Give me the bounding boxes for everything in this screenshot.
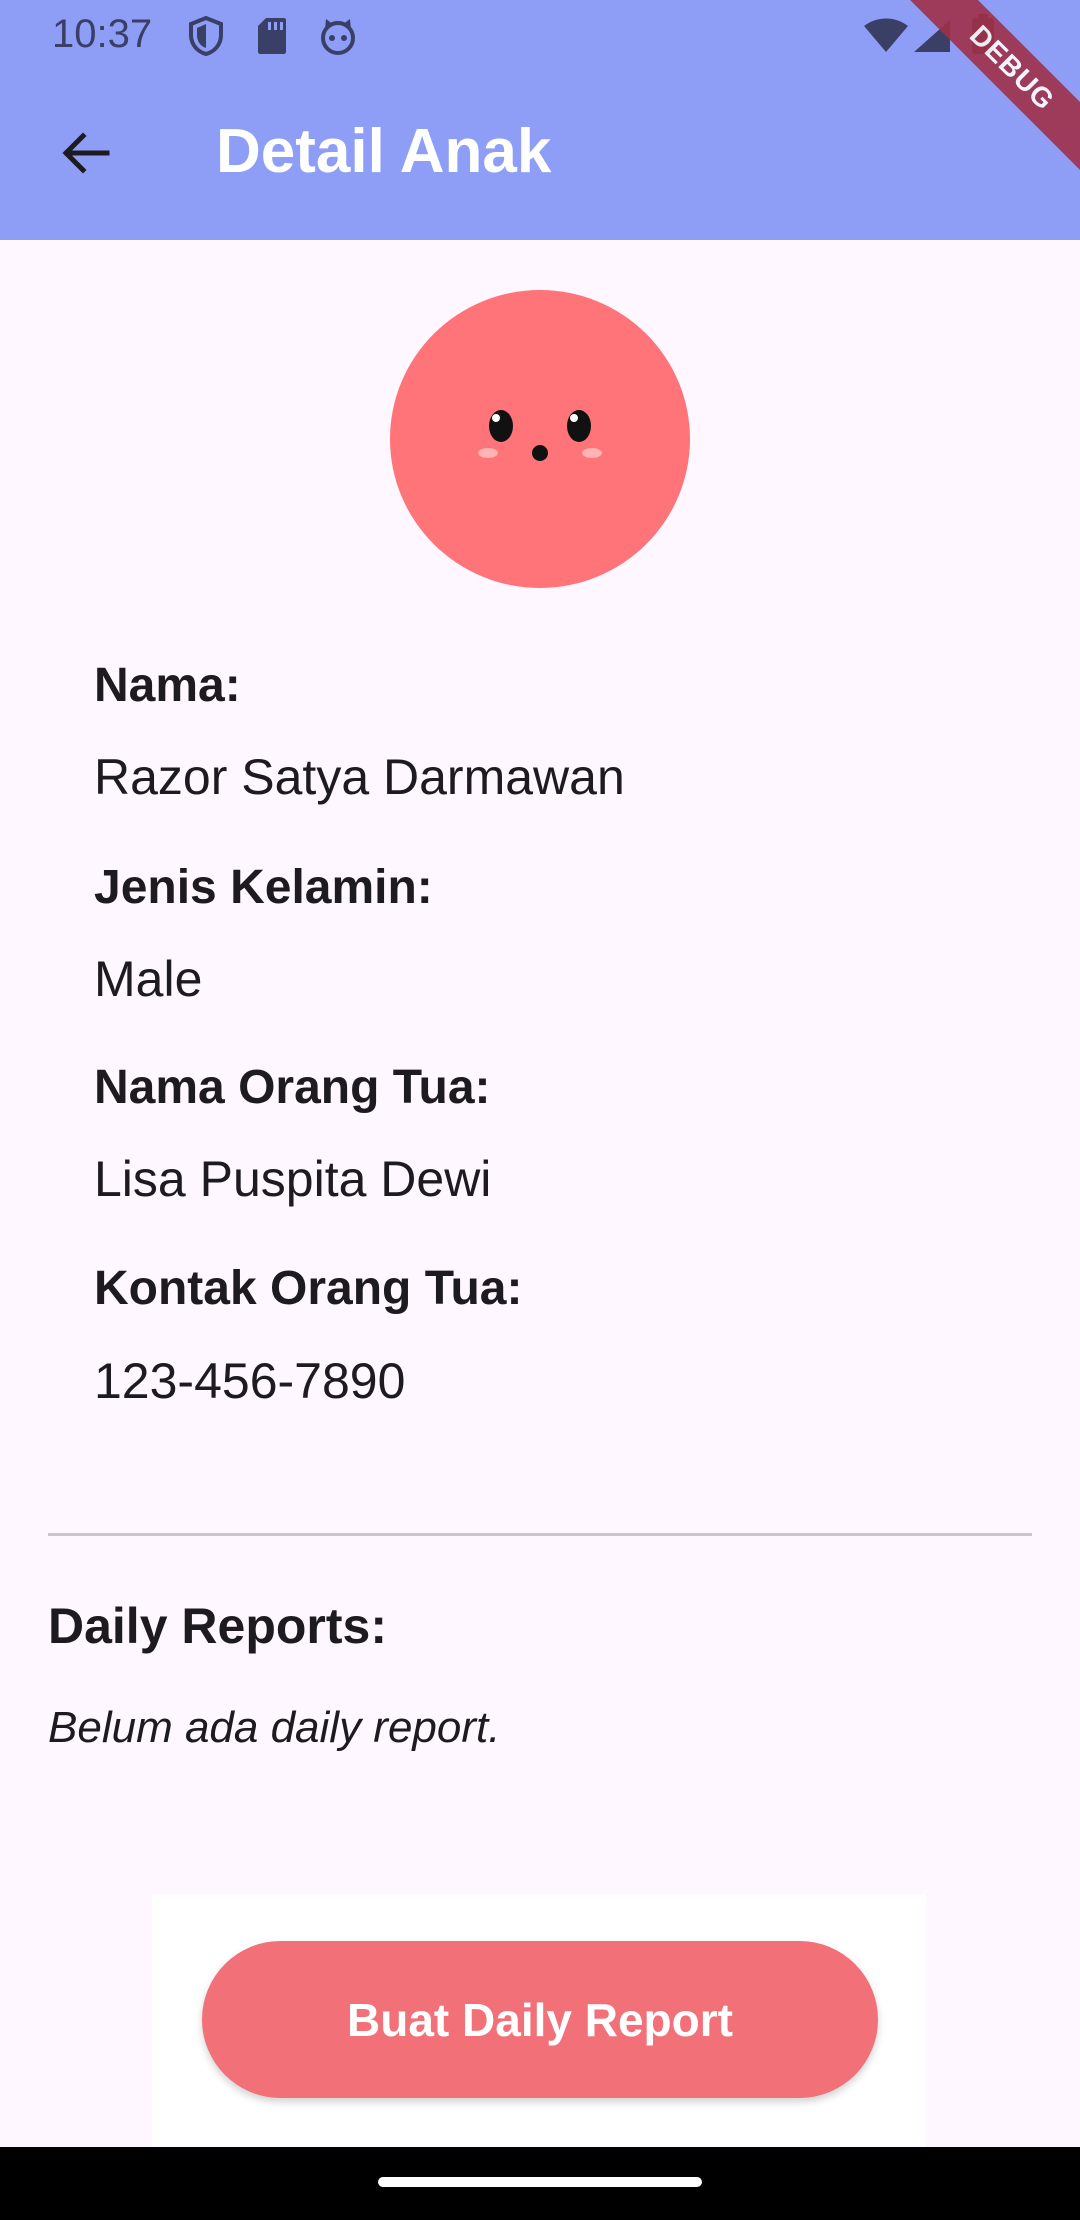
arrow-back-icon bbox=[57, 125, 113, 186]
cellular-icon bbox=[912, 18, 952, 59]
parent-contact-value: 123-456-7890 bbox=[94, 1353, 406, 1409]
sd-card-icon bbox=[256, 16, 288, 61]
divider bbox=[48, 1533, 1032, 1536]
battery-icon bbox=[970, 14, 996, 61]
cat-face-icon bbox=[318, 16, 358, 61]
gender-value: Male bbox=[94, 951, 203, 1007]
app-bar: Detail Anak bbox=[0, 72, 1080, 240]
parent-contact-label: Kontak Orang Tua: bbox=[94, 1262, 523, 1315]
home-indicator[interactable] bbox=[378, 2177, 702, 2187]
shield-icon bbox=[188, 15, 224, 61]
daily-reports-heading: Daily Reports: bbox=[48, 1598, 387, 1654]
wifi-icon bbox=[862, 18, 910, 59]
gender-label: Jenis Kelamin: bbox=[94, 861, 433, 914]
status-time: 10:37 bbox=[52, 12, 153, 56]
parent-name-value: Lisa Puspita Dewi bbox=[94, 1151, 492, 1207]
system-nav-bar bbox=[0, 2147, 1080, 2220]
parent-name-label: Nama Orang Tua: bbox=[94, 1061, 491, 1114]
name-value: Razor Satya Darmawan bbox=[94, 749, 625, 805]
create-daily-report-button[interactable]: Buat Daily Report bbox=[202, 1941, 878, 2098]
name-label: Nama: bbox=[94, 659, 241, 712]
page-title: Detail Anak bbox=[216, 117, 552, 186]
back-button[interactable] bbox=[40, 110, 130, 200]
status-bar: 10:37 bbox=[0, 0, 1080, 72]
avatar bbox=[390, 290, 690, 588]
daily-reports-empty-text: Belum ada daily report. bbox=[48, 1703, 501, 1752]
